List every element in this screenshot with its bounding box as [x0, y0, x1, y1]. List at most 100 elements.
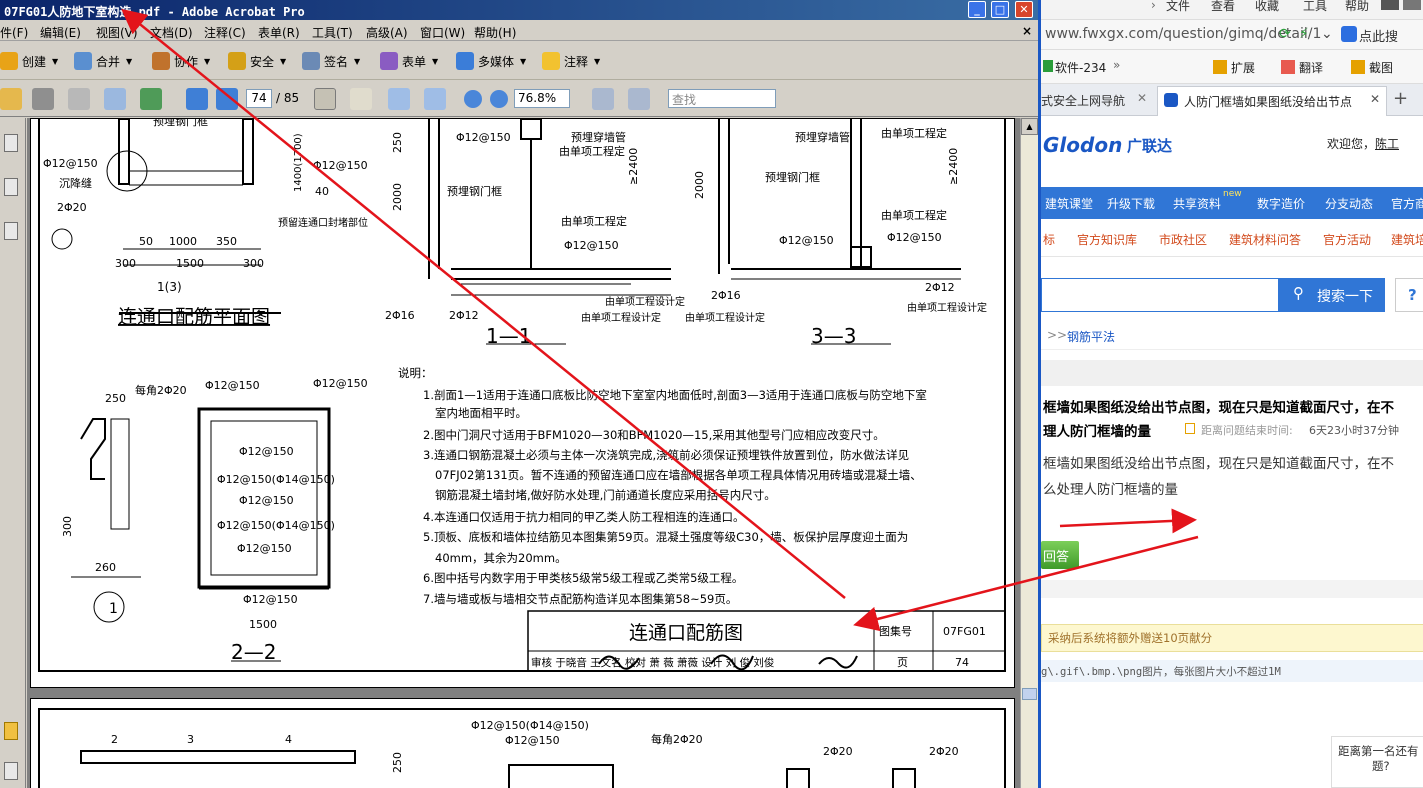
menu-document[interactable]: 文档(D): [150, 24, 193, 41]
menu-bar: 件(F) 编辑(E) 视图(V) 文档(D) 注释(C) 表单(R) 工具(T)…: [0, 21, 1038, 41]
search-icon: ⚲: [1293, 284, 1304, 302]
fit-page-icon[interactable]: [592, 88, 614, 110]
marquee-zoom-icon[interactable]: [388, 88, 410, 110]
zoom-out-icon[interactable]: [464, 90, 482, 108]
logo-text[interactable]: Glodon: [1043, 133, 1122, 157]
tab-safe-navigation[interactable]: 式安全上网导航: [1041, 92, 1125, 109]
save-icon[interactable]: [68, 88, 90, 110]
bookmarks-panel-icon[interactable]: [4, 178, 18, 196]
document-view[interactable]: Φ12@150 沉降缝 2Φ20 预埋钢门框 预留连通口封堵部位 Φ12@150…: [27, 118, 1020, 788]
nav-download[interactable]: 升级下载: [1107, 195, 1155, 212]
bookmark-software[interactable]: 软件-234: [1055, 59, 1106, 76]
combine-button[interactable]: 合并 ▼: [74, 50, 132, 72]
help-button[interactable]: ?: [1395, 278, 1423, 312]
scroll-thumb[interactable]: [1022, 688, 1037, 700]
question-title-2: 理人防门框墙的量: [1043, 424, 1151, 440]
search-button[interactable]: ⚲ 搜索一下: [1279, 278, 1385, 312]
nav-events[interactable]: 官方活动: [1323, 231, 1371, 248]
forms-button[interactable]: 表单 ▼: [380, 50, 438, 72]
dim-label: 50: [139, 235, 153, 248]
create-icon: [0, 52, 18, 70]
vertical-scrollbar[interactable]: ▲: [1020, 118, 1038, 788]
pipe-label: 预埋穿墙管: [795, 130, 850, 144]
menu-window[interactable]: 窗口(W): [420, 24, 465, 41]
print-icon[interactable]: [32, 88, 54, 110]
screenshot-button[interactable]: 截图: [1369, 59, 1393, 76]
answer-button[interactable]: 回答: [1041, 541, 1079, 569]
logo-cn[interactable]: 广联达: [1127, 135, 1172, 156]
sign-button[interactable]: 签名 ▼: [302, 50, 360, 72]
browser-menu-help[interactable]: 帮助: [1345, 0, 1369, 14]
more-bookmarks-icon[interactable]: »: [1113, 58, 1120, 72]
tab-close-icon[interactable]: ✕: [1370, 92, 1380, 106]
signatures-panel-icon[interactable]: [4, 222, 18, 240]
multimedia-button[interactable]: 多媒体 ▼: [456, 50, 526, 72]
fit-width-icon[interactable]: [628, 88, 650, 110]
tab-close-icon[interactable]: ✕: [1137, 91, 1147, 105]
extensions-button[interactable]: 扩展: [1231, 59, 1255, 76]
collaborate-button[interactable]: 协作 ▼: [152, 50, 210, 72]
nav-shop[interactable]: 官方商: [1391, 195, 1423, 212]
maximize-button[interactable]: □: [991, 1, 1009, 18]
menu-forms[interactable]: 表单(R): [258, 24, 300, 41]
web-icon[interactable]: [140, 88, 162, 110]
scroll-up-icon[interactable]: ▲: [1021, 118, 1038, 135]
translate-button[interactable]: 翻译: [1299, 59, 1323, 76]
find-input[interactable]: 查找: [668, 89, 776, 108]
browser-menu-favorites[interactable]: 收藏: [1255, 0, 1279, 14]
menu-view[interactable]: 视图(V): [96, 24, 138, 41]
menu-advanced[interactable]: 高级(A): [366, 24, 408, 41]
breadcrumb-link[interactable]: 钢筋平法: [1067, 328, 1115, 345]
nav-cost[interactable]: 数字造价: [1257, 195, 1305, 212]
nav-shared[interactable]: 共享资料: [1173, 195, 1221, 212]
menu-help[interactable]: 帮助(H): [474, 24, 516, 41]
doc-close-icon[interactable]: ×: [1022, 24, 1032, 38]
zoom-in-icon[interactable]: [490, 90, 508, 108]
dim-label: 1500: [176, 257, 204, 270]
prev-page-icon[interactable]: [186, 88, 208, 110]
user-link[interactable]: 陈工: [1375, 135, 1399, 152]
search-input[interactable]: [1041, 278, 1279, 312]
tab-active[interactable]: 人防门框墙如果图纸没给出节点 ✕: [1157, 86, 1387, 116]
baidu-icon[interactable]: [1341, 26, 1357, 42]
comment-button[interactable]: 注释 ▼: [542, 50, 600, 72]
dim-label: 250: [391, 132, 404, 153]
pages-panel-icon[interactable]: [4, 134, 18, 152]
nav-course[interactable]: 建筑课堂: [1045, 195, 1093, 212]
new-tab-icon[interactable]: +: [1393, 88, 1408, 109]
menu-tools[interactable]: 工具(T): [312, 24, 353, 41]
rebar-label: Φ12@150: [313, 159, 368, 172]
home-icon[interactable]: [1381, 0, 1399, 10]
comments-panel-icon[interactable]: [4, 722, 18, 740]
close-button[interactable]: ✕: [1015, 1, 1033, 18]
zoom-level-field[interactable]: 76.8%: [514, 89, 570, 108]
settings-icon[interactable]: [1403, 0, 1421, 10]
email-icon[interactable]: [104, 88, 126, 110]
nav-branch[interactable]: 分支动态: [1325, 195, 1373, 212]
attachments-panel-icon[interactable]: [4, 762, 18, 780]
nav-tag[interactable]: 标: [1043, 231, 1055, 248]
hand-icon[interactable]: [350, 88, 372, 110]
open-icon[interactable]: [0, 88, 22, 110]
page-number-input[interactable]: 74: [246, 89, 272, 108]
browser-menu-file[interactable]: 文件: [1166, 0, 1190, 14]
menu-edit[interactable]: 编辑(E): [40, 24, 81, 41]
nav-materials[interactable]: 建筑材料问答: [1229, 231, 1301, 248]
next-page-icon[interactable]: [216, 88, 238, 110]
security-button[interactable]: 安全 ▼: [228, 50, 286, 72]
nav-municipal[interactable]: 市政社区: [1159, 231, 1207, 248]
title-bar[interactable]: 07FG01人防地下室构造.pdf - Adobe Acrobat Pro _ …: [0, 0, 1038, 20]
search-engine-field[interactable]: 点此搜: [1359, 26, 1398, 45]
browser-menu-tools[interactable]: 工具: [1303, 0, 1327, 14]
menu-comment[interactable]: 注释(C): [204, 24, 246, 41]
minimize-button[interactable]: _: [968, 1, 986, 18]
rebar-label: Φ12@150: [205, 379, 260, 392]
dropdown-icon[interactable]: ⌄: [1321, 26, 1333, 42]
zoom-icon[interactable]: [424, 88, 446, 110]
browser-menu-view[interactable]: 查看: [1211, 0, 1235, 14]
nav-knowledge[interactable]: 官方知识库: [1077, 231, 1137, 248]
nav-training[interactable]: 建筑培: [1391, 231, 1423, 248]
select-text-icon[interactable]: [314, 88, 336, 110]
menu-file[interactable]: 件(F): [0, 24, 28, 41]
create-button[interactable]: 创建 ▼: [0, 50, 58, 72]
